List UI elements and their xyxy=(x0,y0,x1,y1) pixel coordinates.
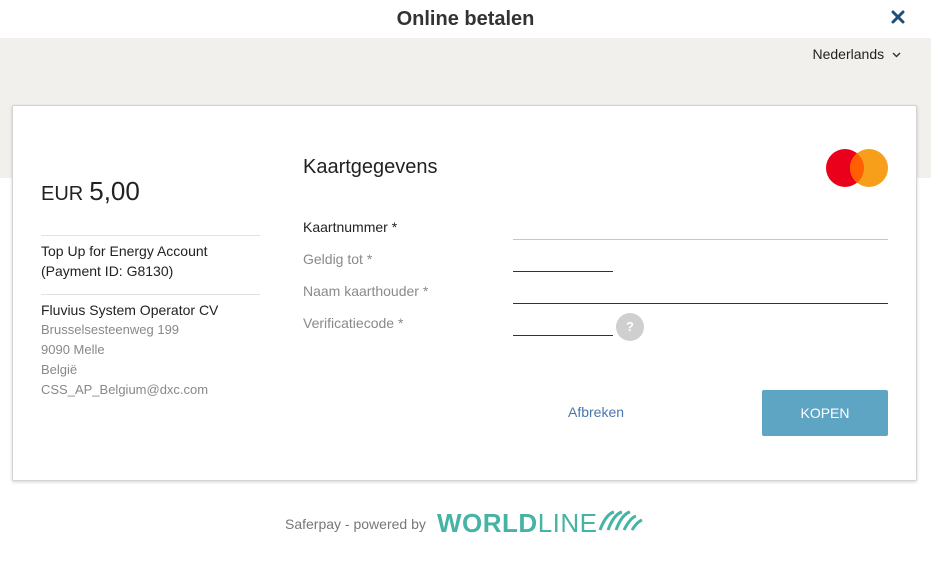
description-line-2: (Payment ID: G8130) xyxy=(41,263,174,279)
expiry-input[interactable] xyxy=(513,248,613,270)
expiry-underline xyxy=(513,271,613,272)
amount-value: 5,00 xyxy=(89,176,140,206)
form-title: Kaartgegevens xyxy=(303,156,438,178)
merchant-email: CSS_AP_Belgium@dxc.com xyxy=(41,382,209,397)
card-holder-underline xyxy=(513,303,888,304)
worldline-logo: WORLDLINE xyxy=(437,508,598,539)
close-icon[interactable] xyxy=(891,10,905,24)
cvc-help-icon[interactable]: ? xyxy=(616,313,644,341)
card-holder-label: Naam kaarthouder * xyxy=(303,283,429,299)
page-title: Online betalen xyxy=(396,8,535,30)
merchant-info: Fluvius System Operator CV Brusselsestee… xyxy=(41,300,271,400)
cvc-label: Verificatiecode * xyxy=(303,315,404,331)
language-selector[interactable]: Nederlands xyxy=(813,46,902,62)
powered-by-text: Saferpay - powered by xyxy=(285,516,426,532)
card-number-input[interactable] xyxy=(513,214,888,236)
worldline-waves-icon xyxy=(598,510,643,531)
expiry-label: Geldig tot * xyxy=(303,251,373,267)
divider xyxy=(41,294,260,295)
payment-card: EUR 5,00 Top Up for Energy Account (Payme… xyxy=(12,105,917,481)
description-line-1: Top Up for Energy Account xyxy=(41,243,208,259)
footer: Saferpay - powered by WORLDLINE xyxy=(0,506,931,538)
buy-button[interactable]: KOPEN xyxy=(762,390,888,436)
mastercard-icon xyxy=(826,149,888,187)
currency: EUR xyxy=(41,183,84,205)
cvc-underline xyxy=(513,335,613,336)
logo-part-1: WORLD xyxy=(437,508,538,538)
language-label: Nederlands xyxy=(812,46,885,62)
cancel-link[interactable]: Afbreken xyxy=(568,404,624,420)
chevron-down-icon xyxy=(892,52,901,58)
merchant-street: Brusselsesteenweg 199 xyxy=(41,322,180,337)
card-number-label: Kaartnummer * xyxy=(303,219,398,235)
order-description: Top Up for Energy Account (Payment ID: G… xyxy=(41,241,261,281)
merchant-name: Fluvius System Operator CV xyxy=(41,302,219,318)
divider xyxy=(41,235,260,236)
card-holder-input[interactable] xyxy=(513,280,888,302)
merchant-city: 9090 Melle xyxy=(41,342,105,357)
cvc-input[interactable] xyxy=(513,312,613,334)
order-amount: EUR 5,00 xyxy=(41,176,140,207)
merchant-country: België xyxy=(41,362,78,377)
card-number-underline xyxy=(513,239,888,240)
header-bar: Online betalen xyxy=(0,0,931,38)
logo-part-2: LINE xyxy=(537,508,598,538)
